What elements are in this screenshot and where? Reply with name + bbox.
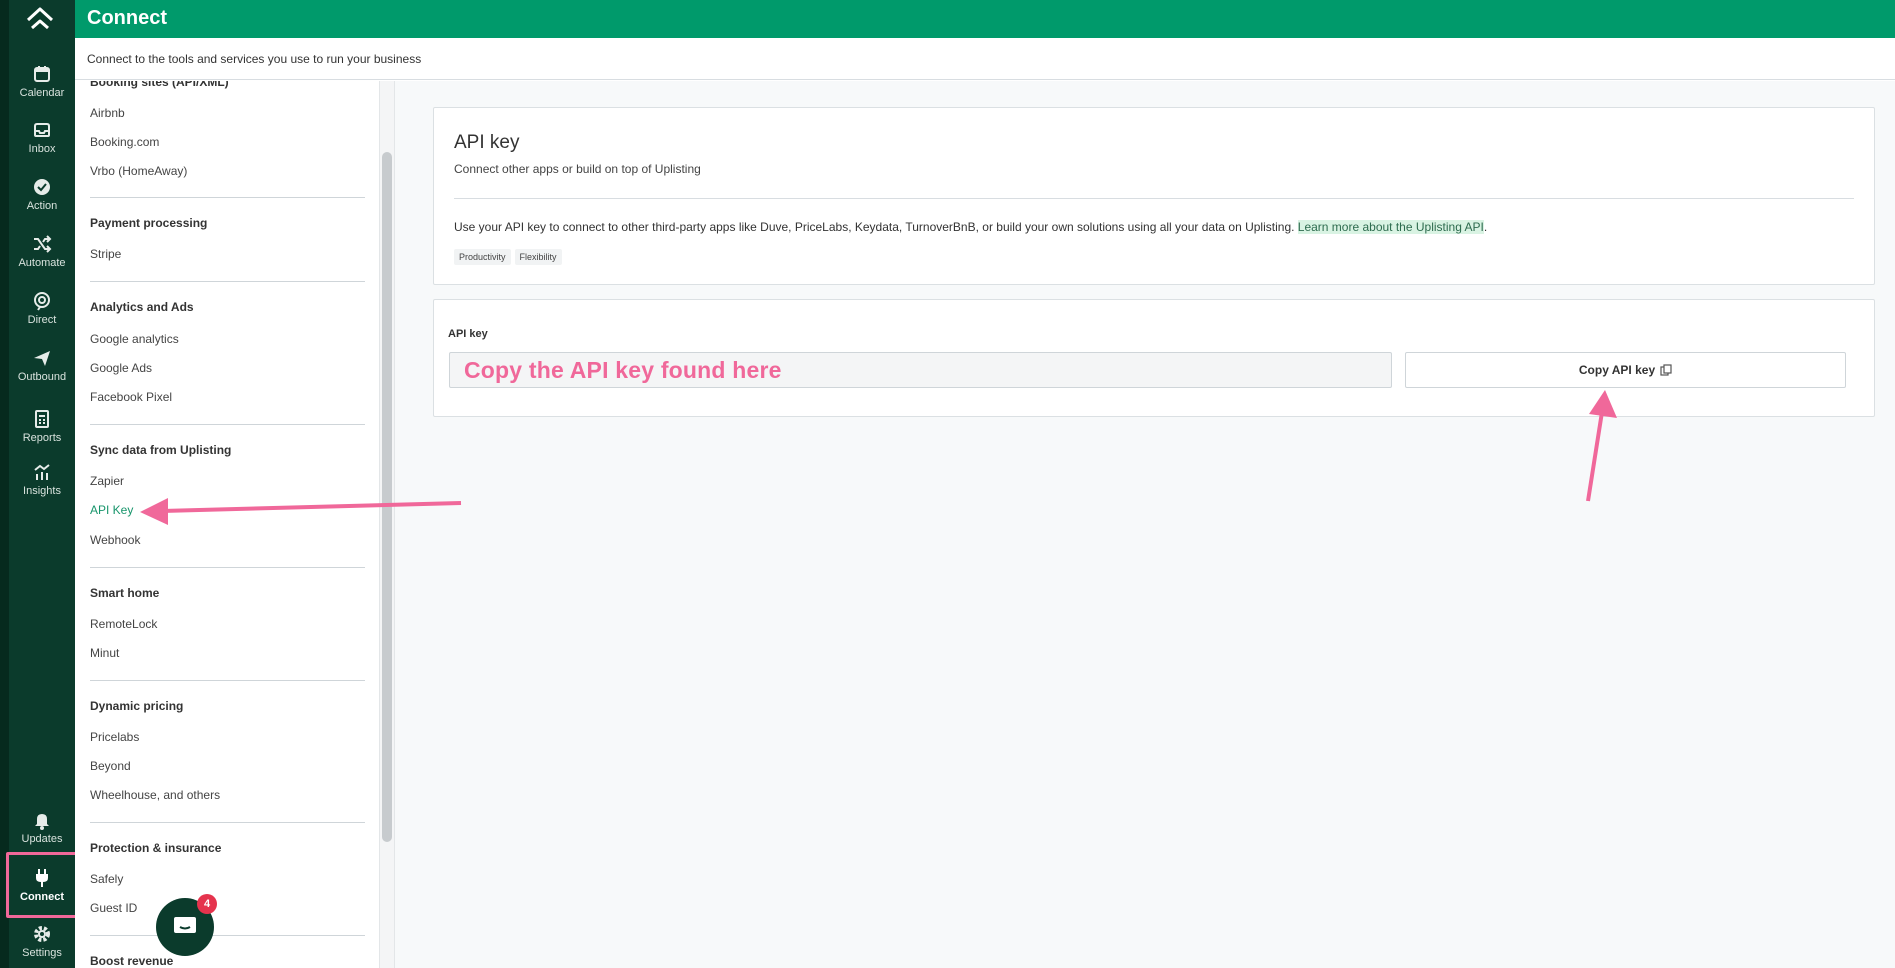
reports-icon [35, 410, 49, 428]
section-title-analytics-ads: Analytics and Ads [90, 300, 194, 314]
list-item-pricelabs[interactable]: Pricelabs [90, 730, 139, 744]
rail-label-outbound: Outbound [17, 371, 67, 383]
learn-more-link[interactable]: Learn more about the Uplisting API [1297, 220, 1484, 234]
list-item-google-ads[interactable]: Google Ads [90, 361, 152, 375]
card-title: API key [454, 132, 520, 153]
list-item-webhook[interactable]: Webhook [90, 533, 140, 547]
section-title-payment-processing: Payment processing [90, 216, 208, 230]
rail-label-inbox: Inbox [28, 143, 56, 155]
list-item-remotelock[interactable]: RemoteLock [90, 617, 157, 631]
divider [90, 680, 365, 681]
tag-productivity: Productivity [454, 249, 511, 265]
rail-item-inbox[interactable]: Inbox [9, 116, 75, 168]
tag-flexibility: Flexibility [514, 249, 562, 265]
divider [90, 197, 365, 198]
copy-icon [1660, 364, 1672, 376]
inbox-icon [34, 123, 50, 137]
page-title: Connect [87, 7, 167, 29]
calendar-icon [34, 66, 50, 82]
rail-label-action: Action [26, 200, 58, 212]
list-item-safely[interactable]: Safely [90, 872, 123, 886]
page-subheader: Connect to the tools and services you us… [75, 38, 1895, 80]
section-title-protection-insurance: Protection & insurance [90, 841, 222, 855]
main-content: API key Connect other apps or build on t… [395, 81, 1895, 968]
rail-edge [0, 0, 9, 968]
rail-item-updates[interactable]: Updates [9, 806, 75, 858]
list-item-stripe[interactable]: Stripe [90, 247, 121, 261]
rail-label-settings: Settings [22, 947, 62, 959]
send-icon [34, 351, 50, 366]
api-key-field[interactable]: Copy the API key found here [449, 352, 1392, 388]
section-title-sync-data: Sync data from Uplisting [90, 443, 232, 457]
rail-item-settings[interactable]: Settings [9, 920, 75, 968]
divider [90, 822, 365, 823]
list-item-zapier[interactable]: Zapier [90, 474, 124, 488]
page-subtitle: Connect to the tools and services you us… [87, 52, 422, 66]
rail-item-direct[interactable]: Direct [9, 287, 75, 339]
list-item-google-analytics[interactable]: Google analytics [90, 332, 179, 346]
copy-button-label: Copy API key [1578, 363, 1656, 377]
direct-icon [34, 292, 50, 311]
check-circle-icon [34, 179, 50, 195]
list-item-airbnb[interactable]: Airbnb [90, 106, 125, 120]
divider [90, 281, 365, 282]
rail-label-updates: Updates [21, 833, 63, 845]
list-item-booking-com[interactable]: Booking.com [90, 135, 159, 149]
integrations-list: Booking sites (API/XML) Airbnb Booking.c… [75, 81, 379, 968]
divider [90, 424, 365, 425]
section-title-smart-home: Smart home [90, 586, 160, 600]
gear-icon [34, 926, 50, 942]
rail-label-reports: Reports [22, 432, 62, 444]
rail-item-calendar[interactable]: Calendar [9, 60, 75, 112]
api-key-label: API key [448, 328, 488, 340]
chat-icon [174, 917, 196, 933]
left-rail: Calendar Inbox Action Automate Direct Ou… [0, 0, 75, 968]
connect-highlight-box [6, 852, 79, 918]
tag-list: Productivity Flexibility [454, 249, 562, 265]
list-scrollbar-thumb[interactable] [382, 152, 392, 842]
description-suffix: . [1483, 220, 1488, 234]
api-key-card: API key Copy the API key found here Copy… [433, 299, 1875, 417]
chat-notification-badge: 4 [197, 894, 217, 914]
uplisting-logo[interactable] [22, 4, 58, 34]
list-item-api-key[interactable]: API Key [90, 503, 133, 517]
section-title-booking-sites: Booking sites (API/XML) [90, 81, 229, 89]
rail-item-outbound[interactable]: Outbound [9, 344, 75, 396]
list-item-minut[interactable]: Minut [90, 646, 119, 660]
list-item-guest-id[interactable]: Guest ID [90, 901, 137, 915]
rail-item-insights[interactable]: Insights [9, 458, 75, 510]
copy-api-key-button[interactable]: Copy API key [1405, 352, 1846, 388]
insights-icon [34, 464, 50, 480]
section-title-dynamic-pricing: Dynamic pricing [90, 699, 184, 713]
card-subtitle: Connect other apps or build on top of Up… [454, 162, 701, 176]
rail-label-insights: Insights [23, 485, 61, 497]
bell-icon [35, 814, 49, 830]
annotation-text: Copy the API key found here [464, 357, 782, 383]
rail-label-direct: Direct [27, 314, 57, 326]
list-item-wheelhouse[interactable]: Wheelhouse, and others [90, 788, 220, 802]
divider [90, 567, 365, 568]
rail-item-reports[interactable]: Reports [9, 405, 75, 457]
list-item-beyond[interactable]: Beyond [90, 759, 131, 773]
divider [454, 198, 1854, 199]
top-bar: Connect [75, 0, 1895, 38]
rail-item-automate[interactable]: Automate [9, 230, 75, 282]
list-item-vrbo[interactable]: Vrbo (HomeAway) [90, 164, 187, 178]
divider [90, 935, 365, 936]
rail-item-action[interactable]: Action [9, 173, 75, 225]
list-item-facebook-pixel[interactable]: Facebook Pixel [90, 390, 172, 404]
rail-label-calendar: Calendar [19, 87, 65, 99]
section-title-boost-revenue: Boost revenue [90, 954, 174, 968]
description-text: Use your API key to connect to other thi… [454, 220, 1298, 234]
rail-label-automate: Automate [18, 257, 66, 269]
shuffle-icon [34, 235, 52, 253]
api-key-info-card: API key Connect other apps or build on t… [433, 107, 1875, 285]
card-description: Use your API key to connect to other thi… [454, 220, 1487, 234]
